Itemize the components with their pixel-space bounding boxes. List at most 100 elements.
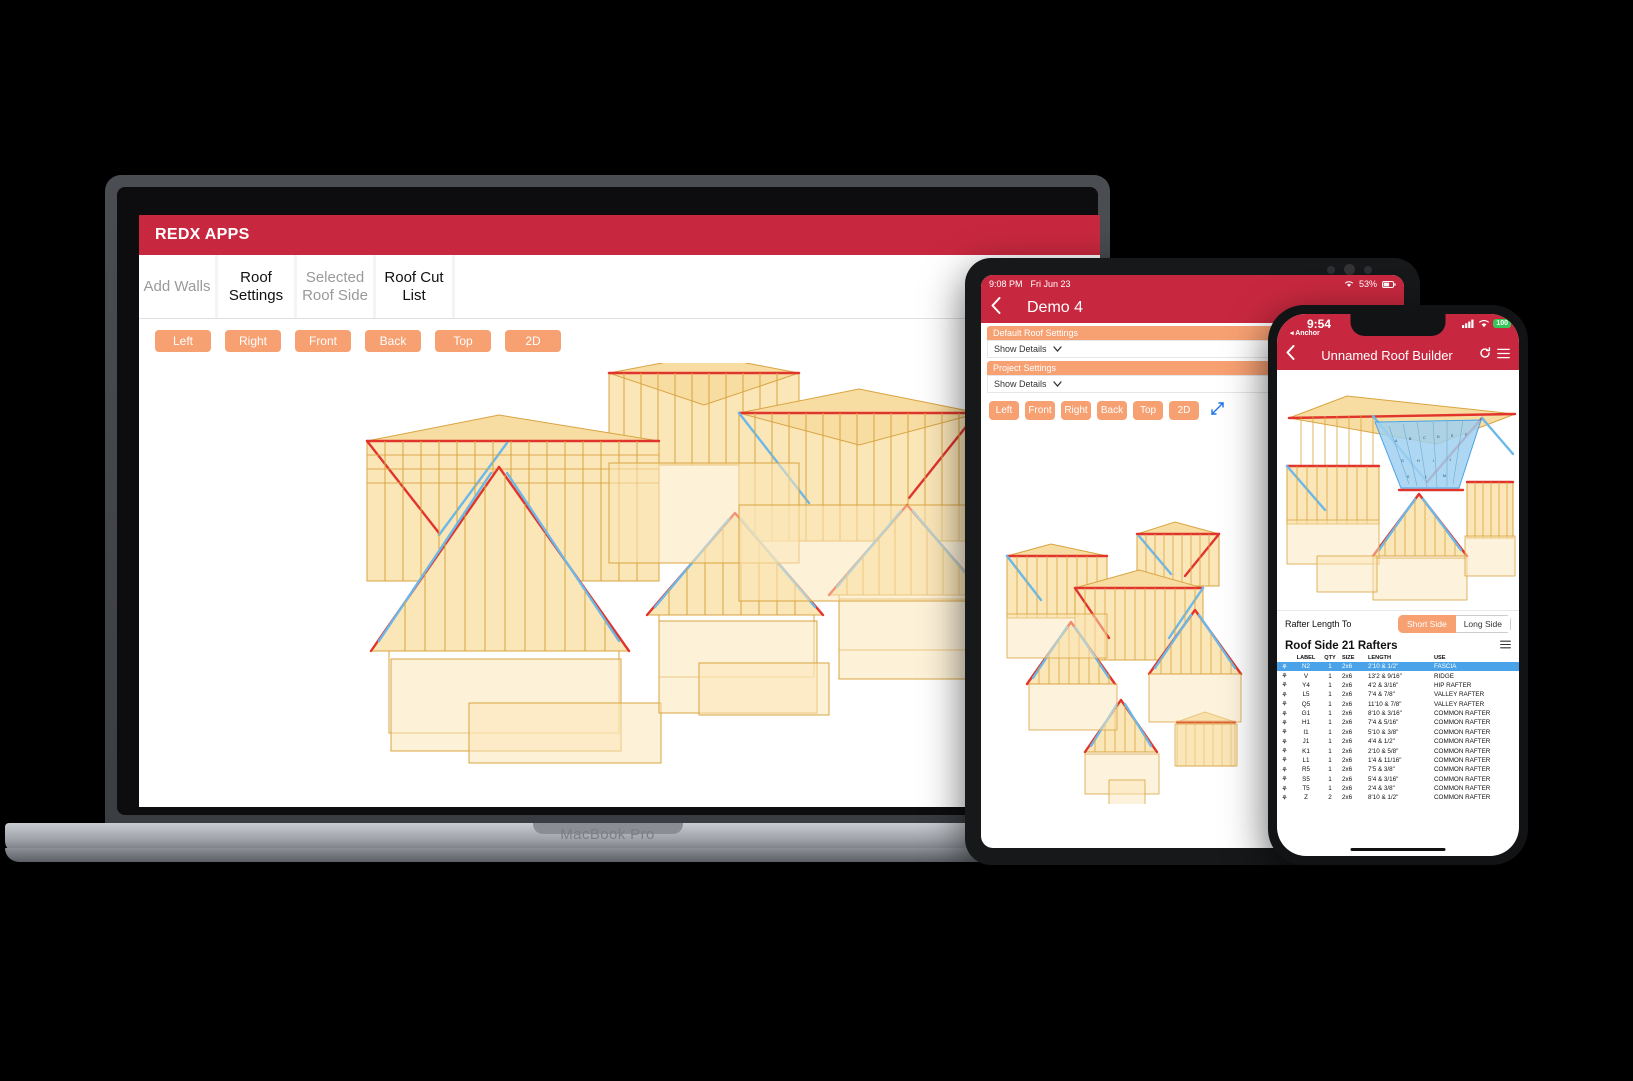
phone-notch — [1350, 314, 1446, 336]
tablet-sensor-dot-2 — [1364, 265, 1372, 274]
table-row[interactable]: ⚘ Z 2 2x6 8'10 & 1/2" COMMON RAFTER — [1277, 793, 1519, 802]
laptop-lid: REDX APPS Add Walls Roof Settings Select… — [105, 175, 1110, 830]
rafter-cell-use: COMMON RAFTER — [1434, 710, 1491, 718]
chevron-left-icon[interactable] — [991, 297, 1001, 319]
tab-roof-cut-list[interactable]: Roof Cut List — [376, 255, 452, 318]
rafter-table-header-row: LABEL QTY SIZE LENGTH USE — [1277, 654, 1519, 662]
rafter-cell-length: 4'2 & 3/16" — [1368, 681, 1399, 689]
table-row[interactable]: ⚘ K1 1 2x6 2'10 & 5/8" COMMON RAFTER — [1277, 746, 1519, 756]
rafter-icon: ⚘ — [1281, 794, 1288, 802]
table-row[interactable]: ⚘ T5 1 2x6 2'4 & 3/8" COMMON RAFTER — [1277, 784, 1519, 793]
rafter-icon: ⚘ — [1281, 738, 1288, 746]
rafter-icon: ⚘ — [1281, 785, 1288, 793]
rafter-cell-use: COMMON RAFTER — [1434, 785, 1491, 793]
rafter-cell-length: 2'10 & 5/8" — [1368, 747, 1399, 755]
rafter-cell-qty: 1 — [1328, 728, 1332, 736]
rafter-length-segmented-control: Short Side Long Side — [1398, 615, 1511, 633]
rafter-cell-use: RIDGE — [1434, 672, 1454, 680]
rafter-cell-length: 11'10 & 7/8" — [1368, 700, 1402, 708]
rafter-icon: ⚘ — [1281, 682, 1288, 690]
phone-screen: 9:54 ◂ Anchor 100 Unnamed Roof Builder A… — [1277, 314, 1519, 856]
chevron-left-icon[interactable] — [1286, 345, 1295, 365]
rafter-cell-label: Q5 — [1301, 700, 1311, 708]
hamburger-menu-icon[interactable] — [1497, 346, 1510, 364]
view-button-top[interactable]: Top — [435, 330, 491, 352]
table-row[interactable]: ⚘ G1 1 2x6 8'10 & 3/16" COMMON RAFTER — [1277, 709, 1519, 718]
rafter-cell-size: 2x6 — [1342, 785, 1353, 793]
laptop-roof-3d-canvas[interactable] — [139, 363, 1100, 807]
table-row[interactable]: ⚘ L1 1 2x6 1'4 & 11/16" COMMON RAFTER — [1277, 756, 1519, 765]
tablet-view-button-2d[interactable]: 2D — [1169, 401, 1199, 420]
view-button-2d[interactable]: 2D — [505, 330, 561, 352]
tab-roof-settings[interactable]: Roof Settings — [218, 255, 294, 318]
rafter-cell-size: 2x6 — [1342, 719, 1353, 727]
tablet-view-button-right[interactable]: Right — [1061, 401, 1091, 420]
rafter-cell-size: 2x6 — [1342, 672, 1353, 680]
tablet-camera-lens — [1344, 264, 1355, 275]
laptop-view-button-row: Left Right Front Back Top 2D — [139, 319, 1100, 363]
table-row[interactable]: ⚘ H1 1 2x6 7'4 & 5/16" COMMON RAFTER — [1277, 718, 1519, 727]
rafter-cell-label: L1 — [1302, 756, 1310, 764]
tablet-view-button-top[interactable]: Top — [1133, 401, 1163, 420]
table-row[interactable]: ⚘ N2 1 2x6 2'10 & 1/2" FASCIA — [1277, 662, 1519, 672]
table-row[interactable]: ⚘ Q5 1 2x6 11'10 & 7/8" VALLEY RAFTER — [1277, 700, 1519, 709]
table-row[interactable]: ⚘ S5 1 2x6 5'4 & 3/16" COMMON RAFTER — [1277, 775, 1519, 784]
rafter-cell-use: VALLEY RAFTER — [1434, 691, 1485, 699]
rafter-cell-use: COMMON RAFTER — [1434, 747, 1491, 755]
phone-nav-bar: Unnamed Roof Builder — [1277, 340, 1519, 370]
phone-roof-3d-canvas[interactable]: AB CD EF GH IJ KLM — [1277, 370, 1519, 610]
rafter-table[interactable]: LABEL QTY SIZE LENGTH USE ⚘ N2 1 2x6 2'10 & … — [1277, 654, 1519, 803]
table-row[interactable]: ⚘ V 1 2x6 13'2 & 9/16" RIDGE — [1277, 671, 1519, 681]
tab-selected-roof-side[interactable]: Selected Roof Side — [297, 255, 373, 318]
table-row[interactable]: ⚘ R5 1 2x6 7'5 & 3/8" COMMON RAFTER — [1277, 765, 1519, 774]
tab-roof-settings-label-1: Roof — [240, 268, 272, 286]
view-button-right[interactable]: Right — [225, 330, 281, 352]
tab-selected-roof-side-label-1: Selected — [305, 268, 365, 286]
table-row[interactable]: ⚘ I1 1 2x6 5'10 & 3/8" COMMON RAFTER — [1277, 728, 1519, 737]
rafter-cell-use: COMMON RAFTER — [1434, 756, 1491, 764]
rafter-length-to-label: Rafter Length To — [1285, 619, 1352, 629]
table-row[interactable]: ⚘ L5 1 2x6 7'4 & 7/8" VALLEY RAFTER — [1277, 690, 1519, 699]
laptop-bezel: REDX APPS Add Walls Roof Settings Select… — [117, 187, 1100, 815]
rafter-icon: ⚘ — [1281, 673, 1288, 681]
chevron-down-icon — [1052, 346, 1062, 352]
table-row[interactable]: ⚘ Y4 1 2x6 4'2 & 3/16" HIP RAFTER — [1277, 681, 1519, 690]
rafter-cell-qty: 1 — [1328, 681, 1332, 689]
tablet-sensor-dot-1 — [1327, 265, 1335, 274]
tablet-battery-percent: 53% — [1358, 279, 1377, 289]
rafter-cell-use: COMMON RAFTER — [1434, 719, 1491, 727]
rafter-cell-qty: 2 — [1328, 794, 1332, 802]
rafter-cell-label: S5 — [1302, 775, 1310, 783]
rafter-cell-qty: 1 — [1328, 747, 1332, 755]
rafter-cell-qty: 1 — [1328, 710, 1332, 718]
laptop-brand-label: MacBook Pro — [560, 826, 655, 843]
view-button-left[interactable]: Left — [155, 330, 211, 352]
tab-add-walls[interactable]: Add Walls — [139, 255, 215, 318]
tab-roof-cut-list-label-2: List — [402, 286, 426, 304]
rafter-cell-label: Z — [1304, 794, 1308, 802]
rafter-cell-label: K1 — [1302, 747, 1310, 755]
rafter-cell-qty: 1 — [1328, 766, 1332, 774]
view-button-front[interactable]: Front — [295, 330, 351, 352]
svg-text:L: L — [1425, 475, 1427, 479]
tablet-status-date: Fri Jun 23 — [1030, 279, 1071, 289]
view-button-back[interactable]: Back — [365, 330, 421, 352]
rafter-cell-length: 7'4 & 5/16" — [1368, 719, 1399, 727]
tablet-view-button-front[interactable]: Front — [1025, 401, 1055, 420]
refresh-icon[interactable] — [1479, 346, 1491, 364]
battery-icon — [1382, 280, 1396, 288]
rafter-cell-size: 2x6 — [1342, 794, 1353, 802]
rafter-col-qty: QTY — [1324, 655, 1336, 661]
table-row[interactable]: ⚘ J1 1 2x6 4'4 & 1/2" COMMON RAFTER — [1277, 737, 1519, 746]
svg-text:H: H — [1417, 459, 1420, 463]
tablet-view-button-left[interactable]: Left — [989, 401, 1019, 420]
svg-text:C: C — [1423, 436, 1426, 440]
phone-back-app-indicator[interactable]: ◂ Anchor — [1290, 329, 1320, 337]
hamburger-menu-icon[interactable] — [1500, 640, 1511, 652]
tab-add-walls-label: Add Walls — [143, 277, 211, 295]
segment-long-side[interactable]: Long Side — [1455, 615, 1511, 633]
chevron-down-icon — [1052, 381, 1062, 387]
tablet-view-button-back[interactable]: Back — [1097, 401, 1127, 420]
segment-short-side[interactable]: Short Side — [1398, 615, 1456, 633]
expand-arrows-icon[interactable] — [1211, 401, 1224, 420]
